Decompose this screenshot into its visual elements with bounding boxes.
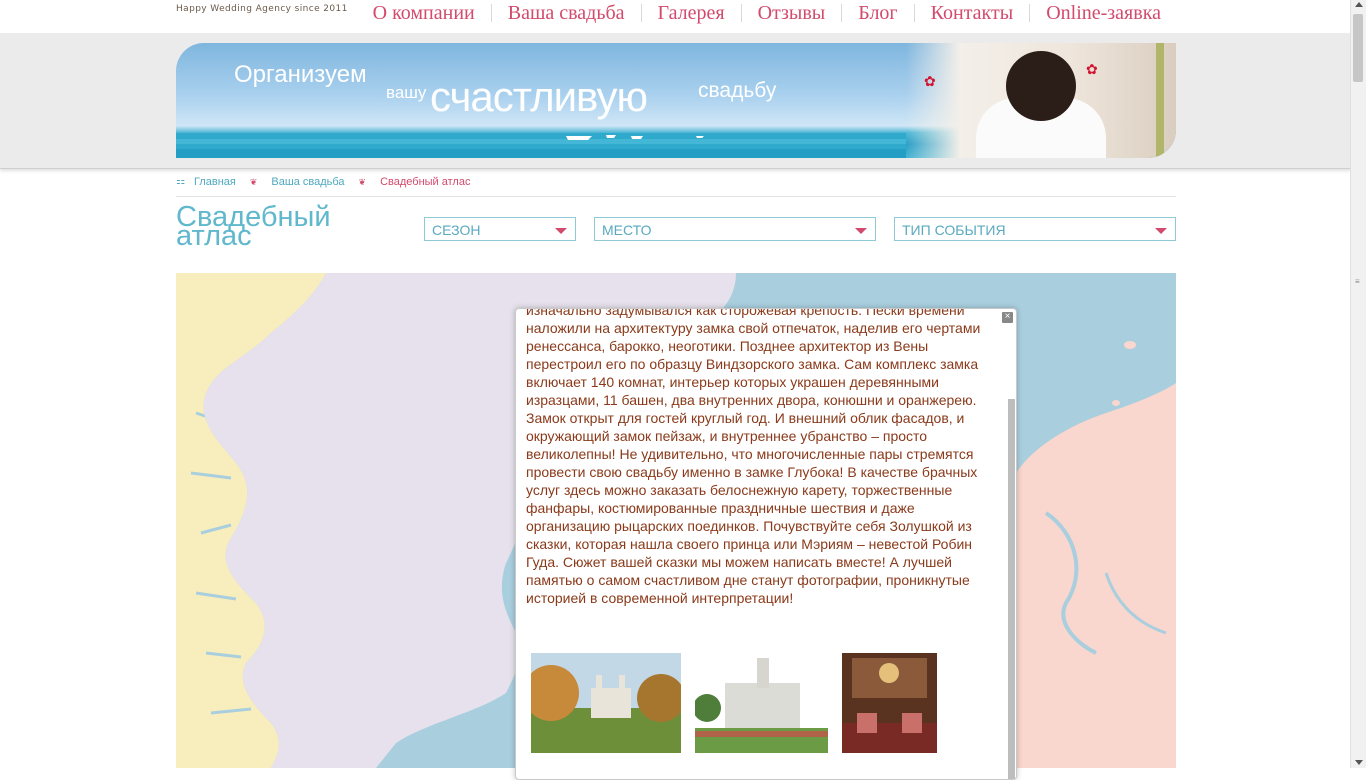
nav-item-contacts[interactable]: Контакты — [913, 3, 1030, 23]
nav-item-gallery[interactable]: Галерея — [640, 3, 741, 23]
hero-banner: Организуем вашу счастливую свадьбу ✿ ✿ — [176, 43, 1176, 158]
page-scrollbar[interactable]: ≡ — [1350, 0, 1366, 768]
nav-item-reviews[interactable]: Отзывы — [740, 3, 842, 23]
event-type-select[interactable]: ТИП СОБЫТИЯ — [894, 217, 1176, 241]
scroll-down-icon[interactable] — [1355, 760, 1363, 765]
season-select[interactable]: СЕЗОН — [424, 217, 576, 241]
couple-photo: ✿ ✿ — [906, 43, 1176, 158]
scroll-up-icon[interactable] — [1355, 2, 1363, 7]
popup-scrollbar[interactable] — [1008, 399, 1015, 779]
sitemap-icon: ⚏ — [176, 176, 185, 187]
place-select-label: МЕСТО — [602, 222, 652, 238]
season-select-label: СЕЗОН — [432, 222, 481, 238]
agency-tagline: Happy Wedding Agency since 2011 — [176, 4, 348, 14]
close-icon[interactable]: × — [1002, 312, 1013, 323]
flower-icon: ✿ — [924, 73, 936, 89]
breadcrumb-separator-icon: ❦ — [249, 177, 258, 187]
flower-icon: ✿ — [1086, 61, 1098, 77]
castle-photo-2[interactable] — [695, 653, 828, 753]
main-nav: О компании Ваша свадьба Галерея Отзывы Б… — [373, 0, 1161, 26]
scroll-grip-icon: ≡ — [1355, 277, 1360, 286]
nav-item-online-request[interactable]: Online-заявка — [1029, 3, 1161, 23]
breadcrumb-separator-icon: ❦ — [358, 177, 367, 187]
top-bar: Happy Wedding Agency since 2011 О компан… — [0, 0, 1351, 33]
nav-item-blog[interactable]: Блог — [841, 3, 913, 23]
location-info-popup: × изначально задумывался как сторожевая … — [515, 308, 1017, 780]
arch-pole — [1156, 43, 1164, 158]
breadcrumb-current: Свадебный атлас — [380, 176, 471, 188]
couple-hair — [1006, 51, 1076, 121]
castle-interior-photo[interactable] — [842, 653, 937, 753]
nav-item-about[interactable]: О компании — [373, 3, 491, 23]
castle-photo-1[interactable] — [531, 653, 681, 753]
page-title: Свадебный атлас — [176, 203, 376, 251]
breadcrumb-your-wedding[interactable]: Ваша свадьба — [271, 176, 344, 188]
breadcrumb: ⚏ Главная ❦ Ваша свадьба ❦ Свадебный атл… — [176, 176, 1176, 197]
dropdown-arrow-icon — [555, 228, 567, 234]
dropdown-arrow-icon — [855, 228, 867, 234]
place-select[interactable]: МЕСТО — [594, 217, 876, 241]
breadcrumb-home[interactable]: Главная — [194, 176, 236, 188]
scrollbar-thumb[interactable] — [1353, 14, 1363, 82]
nav-item-your-wedding[interactable]: Ваша свадьба — [490, 3, 641, 23]
event-type-select-label: ТИП СОБЫТИЯ — [902, 222, 1006, 238]
popup-description: изначально задумывался как сторожевая кр… — [526, 308, 981, 606]
dropdown-arrow-icon — [1155, 228, 1167, 234]
